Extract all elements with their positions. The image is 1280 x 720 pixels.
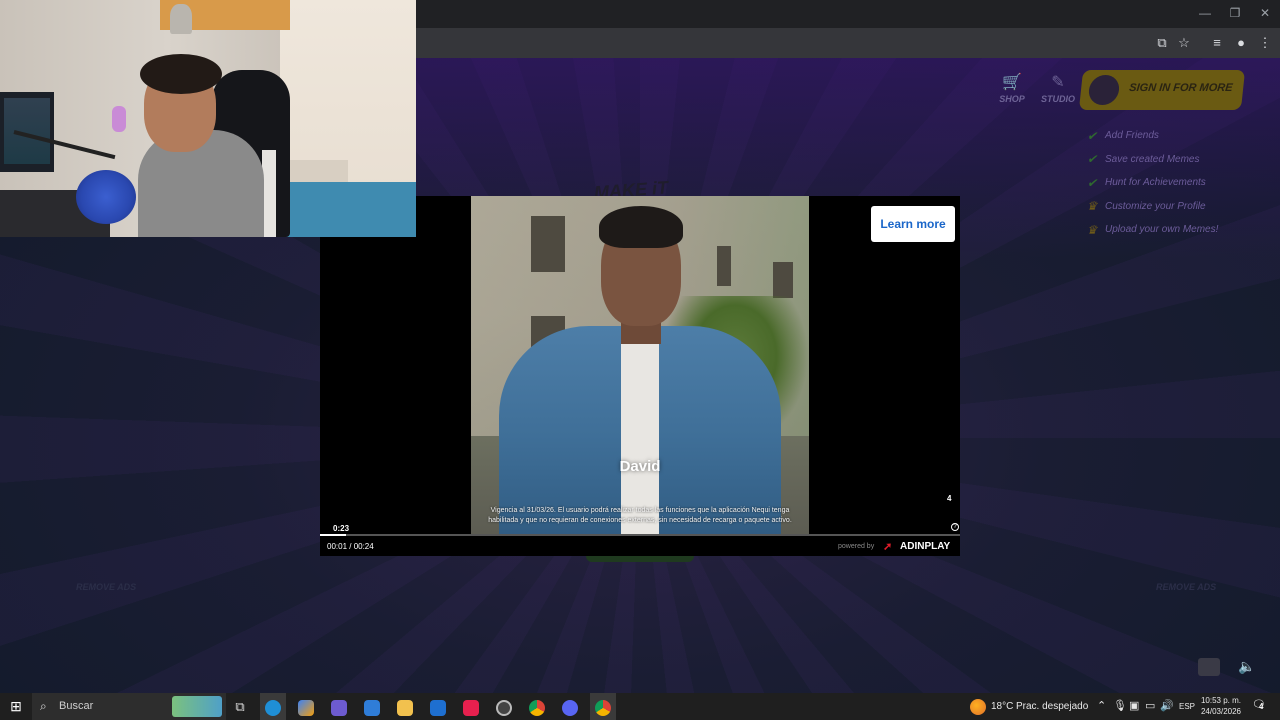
menu-kebab-icon[interactable]: ⋮ <box>1255 33 1275 53</box>
user-avatar-icon <box>1087 75 1121 105</box>
remove-ads-link-left[interactable]: REMOVE ADS <box>76 582 136 592</box>
edge-browser-icon[interactable] <box>260 693 286 720</box>
search-highlight-art <box>172 696 222 717</box>
close-icon[interactable]: ✕ <box>1256 5 1274 21</box>
studio-button[interactable]: ✎ STUDIO <box>1038 72 1078 112</box>
webcam-lamp <box>170 4 192 34</box>
volume-icon[interactable]: 🔈 <box>1238 658 1255 676</box>
bookmark-star-icon[interactable]: ☆ <box>1174 33 1194 53</box>
mail-icon[interactable] <box>425 693 451 720</box>
sign-in-button[interactable]: SIGN IN FOR MORE <box>1078 70 1246 110</box>
profile-icon[interactable]: ● <box>1231 33 1251 53</box>
learn-more-button[interactable]: Learn more <box>871 206 955 242</box>
cart-icon: 🛒 <box>1002 74 1022 91</box>
windows-start-icon[interactable]: ⊞ <box>4 693 28 720</box>
install-app-icon[interactable]: ⧉ <box>1152 33 1172 53</box>
weather-temp[interactable]: 18°C <box>991 693 1013 720</box>
webcam-person-hair <box>140 54 222 94</box>
microphone-icon[interactable]: 🎙 <box>1113 693 1127 720</box>
pencil-icon: ✎ <box>1051 74 1065 91</box>
studio-label: STUDIO <box>1040 94 1075 104</box>
tiktok-icon[interactable] <box>458 693 484 720</box>
weather-desc[interactable]: Prac. despejado <box>1016 693 1088 720</box>
perk-item: ♛ Upload your own Memes! <box>1086 222 1219 237</box>
keyboard-icon[interactable] <box>1198 658 1220 676</box>
ad-countdown: 0:23 <box>333 524 350 533</box>
perk-item: ♛ Customize your Profile <box>1086 199 1206 214</box>
notification-count: 4 <box>1259 702 1264 711</box>
task-view-icon[interactable]: ⧉ <box>227 693 253 720</box>
taskbar-search-box[interactable]: ⌕ Buscar <box>32 693 226 720</box>
microsoft-store-icon[interactable] <box>359 693 385 720</box>
webcam-overlay <box>0 0 416 237</box>
minimize-icon[interactable]: — <box>1196 5 1214 21</box>
ad-progress-fill <box>320 534 346 536</box>
check-icon: ✔ <box>1086 175 1098 190</box>
webcam-microphone <box>112 106 126 132</box>
remove-ads-link-right[interactable]: REMOVE ADS <box>1156 582 1216 592</box>
clock-date: 24/03/2026 <box>1200 707 1242 716</box>
crown-icon: ♛ <box>1086 199 1098 214</box>
webcam-monitor-screen <box>4 98 50 164</box>
ad-name-caption: David <box>619 458 661 475</box>
network-icon[interactable]: ▭ <box>1145 693 1155 720</box>
restore-icon[interactable]: ❐ <box>1226 5 1244 21</box>
adinplay-logo-icon: ➚ <box>883 541 893 553</box>
language-indicator[interactable]: ESP <box>1179 693 1195 720</box>
perk-item: ✔ Add Friends <box>1086 128 1159 143</box>
webcam-fan <box>76 170 136 224</box>
clock-app-icon[interactable] <box>491 693 517 720</box>
taskbar-clock[interactable]: 10:53 p. m. 24/03/2026 <box>1199 695 1243 717</box>
ad-brand-name[interactable]: ADINPLAY <box>900 541 950 552</box>
chrome-icon[interactable] <box>524 693 550 720</box>
file-explorer-icon[interactable] <box>392 693 418 720</box>
video-editor-icon[interactable] <box>326 693 352 720</box>
person-hair <box>599 206 683 248</box>
shop-button[interactable]: 🛒 SHOP <box>992 72 1032 112</box>
meet-icon[interactable]: ▣ <box>1129 693 1139 720</box>
clock-time: 10:53 p. m. <box>1200 696 1242 705</box>
ad-help-icon[interactable]: ? <box>951 523 959 531</box>
copilot-icon[interactable] <box>293 693 319 720</box>
building-window <box>531 216 565 272</box>
ad-video-frame[interactable]: David Vigencia al 31/03/26. El usuario p… <box>471 196 809 534</box>
perk-item: ✔ Hunt for Achievements <box>1086 175 1206 190</box>
ad-powered-by: powered by <box>838 543 875 550</box>
webcam-bed <box>278 182 416 237</box>
building-window <box>717 246 731 286</box>
ad-time-display: 00:01 / 00:24 <box>327 542 374 551</box>
ad-progress-bar[interactable] <box>320 534 960 536</box>
building-window <box>773 262 793 298</box>
check-icon: ✔ <box>1086 128 1098 143</box>
search-placeholder: Buscar <box>59 700 94 712</box>
perk-item: ✔ Save created Memes <box>1086 152 1200 167</box>
webcam-chair-stripe <box>262 150 276 237</box>
video-ad-overlay: David Vigencia al 31/03/26. El usuario p… <box>320 196 960 556</box>
crown-icon: ♛ <box>1086 222 1098 237</box>
discord-icon[interactable] <box>557 693 583 720</box>
taskbar: ⊞ ⌕ Buscar ⧉ 18°C Prac. despejado ⌃ 🎙 ▣ … <box>0 693 1280 720</box>
chrome-active-icon[interactable] <box>590 693 616 720</box>
sign-in-label: SIGN IN FOR MORE <box>1128 82 1234 94</box>
speaker-icon[interactable]: 🔊 <box>1160 693 1174 720</box>
perks-list: ✔ Add Friends ✔ Save created Memes ✔ Hunt f… <box>1085 124 1219 242</box>
webcam-monitor <box>0 92 54 172</box>
ad-disclaimer: Vigencia al 31/03/26. El usuario podrá r… <box>488 507 792 524</box>
ad-skip-counter: 4 <box>947 494 952 503</box>
search-icon: ⌕ <box>40 699 47 713</box>
shop-label: SHOP <box>999 94 1025 104</box>
weather-icon[interactable] <box>970 699 986 715</box>
reading-list-icon[interactable]: ≡ <box>1207 33 1227 53</box>
chevron-up-icon[interactable]: ⌃ <box>1097 693 1106 720</box>
check-icon: ✔ <box>1086 152 1098 167</box>
